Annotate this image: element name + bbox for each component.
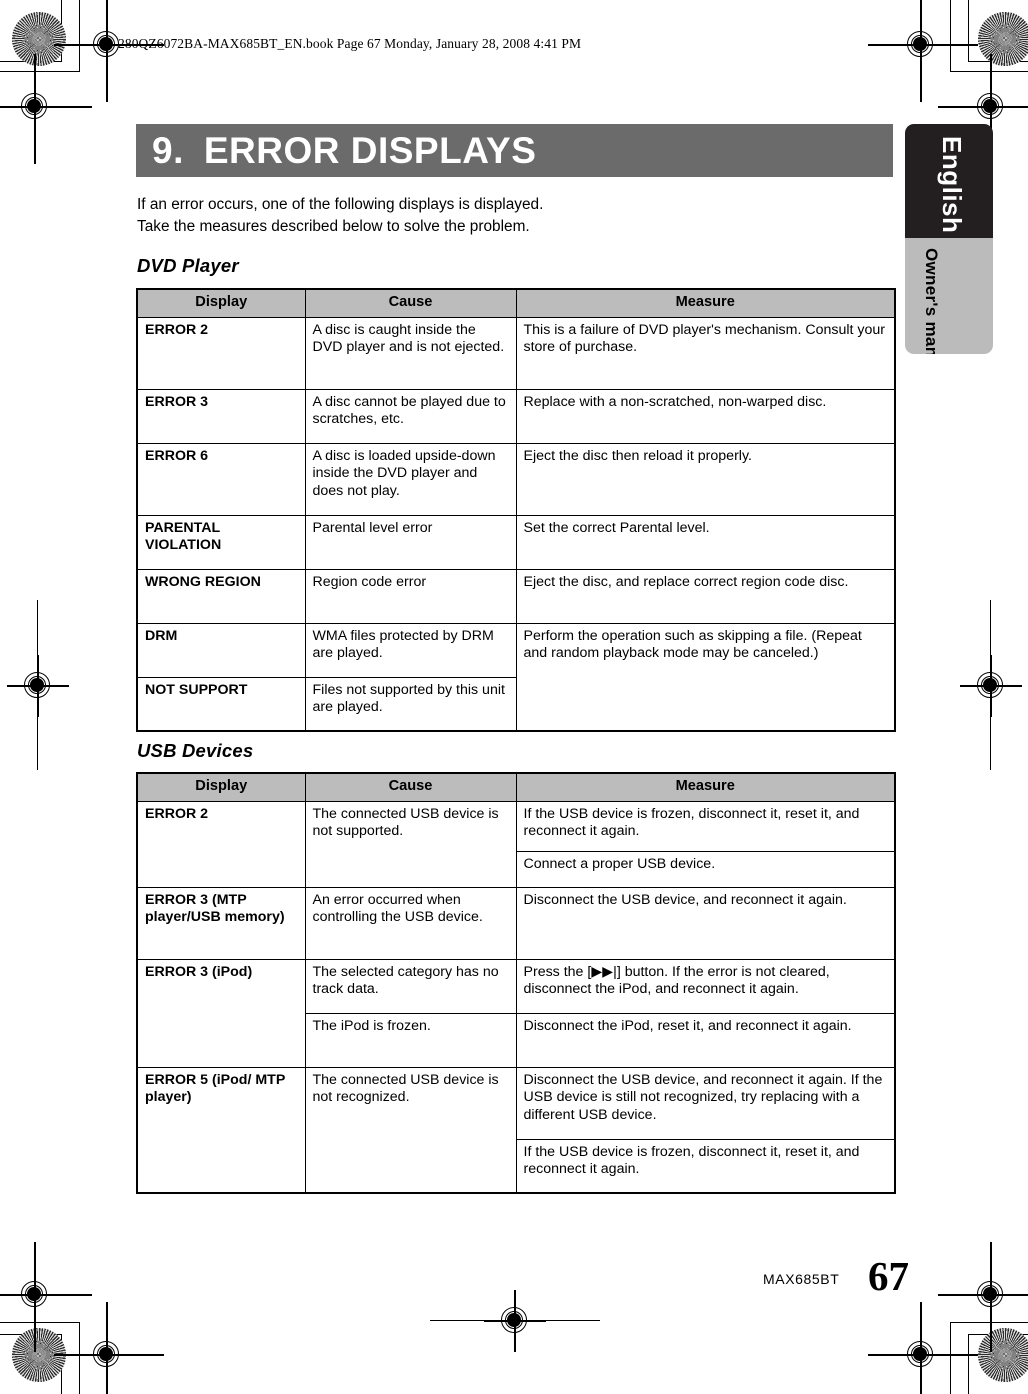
registration-star-top-right [978, 12, 1028, 66]
cell-cause: The iPod is frozen. [304, 1012, 517, 1068]
cell-measure: Set the correct Parental level. [515, 514, 896, 570]
chapter-heading-text: 9. ERROR DISPLAYS [152, 130, 536, 172]
column-header-measure: Measure [515, 772, 896, 802]
table-row: ERROR 5 (iPod/ MTP player) The connected… [136, 1066, 896, 1194]
cell-cause: A disc is caught inside the DVD player a… [304, 316, 517, 390]
cell-measure: Disconnect the USB device, and reconnect… [515, 1066, 896, 1140]
cell-measure: Eject the disc then reload it properly. [515, 442, 896, 516]
section-heading-usb-devices: USB Devices [137, 740, 254, 761]
registration-target-bottom-right [938, 1242, 1028, 1352]
cell-measure: This is a failure of DVD player's mechan… [515, 316, 896, 390]
table-header-row: Display Cause Measure [136, 772, 896, 802]
cell-measure: Connect a proper USB device. [515, 850, 896, 888]
cell-display: ERROR 3 [136, 388, 306, 444]
cell-display: ERROR 3 (iPod) [136, 958, 306, 1068]
cell-measure: Disconnect the USB device, and reconnect… [515, 886, 896, 960]
registration-target-bottom-right-inner [868, 1302, 978, 1394]
cell-display: ERROR 3 (MTP player/USB memory) [136, 886, 306, 960]
document-page: 280QZ6072BA-MAX685BT_EN.book Page 67 Mon… [0, 0, 1028, 1394]
intro-line-1: If an error occurs, one of the following… [137, 196, 544, 213]
table-row: ERROR 3 (MTP player/USB memory) An error… [136, 886, 896, 960]
intro-line-2: Take the measures described below to sol… [137, 217, 530, 235]
cell-cause: The connected USB device is not supporte… [304, 800, 517, 888]
cell-measure: If the USB device is frozen, disconnect … [515, 1138, 896, 1194]
footer-page-number: 67 [868, 1253, 909, 1299]
table-row: DRM WMA files protected by DRM are playe… [136, 622, 896, 732]
registration-target-mid-left [7, 655, 69, 717]
column-header-cause: Cause [304, 772, 517, 802]
registration-target-bottom-left-inner [54, 1302, 164, 1394]
cell-cause: Files not supported by this unit are pla… [304, 676, 517, 732]
cell-cause: The selected category has no track data. [304, 958, 517, 1014]
cell-measure: Eject the disc, and replace correct regi… [515, 568, 896, 624]
cell-display: ERROR 5 (iPod/ MTP player) [136, 1066, 306, 1194]
column-header-display: Display [136, 772, 306, 802]
cell-measure: Press the [▶▶|] button. If the error is … [515, 958, 896, 1014]
table-header-row: Display Cause Measure [136, 288, 896, 318]
cell-display: PARENTAL VIOLATION [136, 514, 306, 570]
column-header-cause: Cause [304, 288, 517, 318]
side-tab-manual-label: Owner's manual [922, 248, 941, 354]
book-header-stamp: 280QZ6072BA-MAX685BT_EN.book Page 67 Mon… [118, 36, 582, 51]
cell-measure: Disconnect the iPod, reset it, and recon… [515, 1012, 896, 1068]
cell-cause: Region code error [304, 568, 517, 624]
cell-cause: An error occurred when controlling the U… [304, 886, 517, 960]
cell-display: NOT SUPPORT [136, 676, 306, 732]
column-header-measure: Measure [515, 288, 896, 318]
cell-display: DRM [136, 622, 306, 678]
table-row: WRONG REGION Region code error Eject the… [136, 568, 896, 624]
registration-target-bottom-center [484, 1290, 546, 1352]
cell-display: WRONG REGION [136, 568, 306, 624]
cell-measure: Perform the operation such as skipping a… [515, 622, 896, 732]
cell-cause: WMA files protected by DRM are played. [304, 622, 517, 678]
chapter-number: 9. [152, 130, 184, 171]
intro-paragraph: If an error occurs, one of the following… [137, 194, 877, 237]
error-table-dvd-player: Display Cause Measure ERROR 2 A disc is … [136, 288, 896, 733]
cell-display: ERROR 2 [136, 800, 306, 888]
registration-target-top-right [868, 0, 978, 102]
registration-target-bottom-left [0, 1242, 92, 1352]
chapter-title-text: ERROR DISPLAYS [203, 130, 537, 171]
column-header-display: Display [136, 288, 306, 318]
cell-measure: Replace with a non-scratched, non-warped… [515, 388, 896, 444]
side-tab-language-label: English [937, 136, 967, 234]
table-row: ERROR 2 The connected USB device is not … [136, 800, 896, 888]
table-row: ERROR 3 (iPod) The selected category has… [136, 958, 896, 1068]
cell-cause: A disc is loaded upside-down inside the … [304, 442, 517, 516]
footer-model-name: MAX685BT [763, 1271, 840, 1287]
registration-target-mid-right [960, 655, 1022, 717]
cell-display: ERROR 2 [136, 316, 306, 390]
cell-cause: Parental level error [304, 514, 517, 570]
chapter-heading-bar: 9. ERROR DISPLAYS [136, 124, 893, 177]
cell-cause: A disc cannot be played due to scratches… [304, 388, 517, 444]
side-index-tab: English Owner's manual [905, 124, 993, 354]
registration-target-top-left-inner [0, 54, 92, 164]
registration-star-bottom-right [978, 1328, 1028, 1382]
table-row: ERROR 3 A disc cannot be played due to s… [136, 388, 896, 444]
error-table-usb-devices: Display Cause Measure ERROR 2 The connec… [136, 772, 896, 1195]
cell-cause: The connected USB device is not recogniz… [304, 1066, 517, 1194]
cell-measure: If the USB device is frozen, disconnect … [515, 800, 896, 852]
table-row: ERROR 2 A disc is caught inside the DVD … [136, 316, 896, 390]
side-tab-manual-block [905, 238, 993, 354]
section-heading-dvd-player: DVD Player [137, 255, 239, 276]
registration-star-top-left [12, 12, 66, 66]
table-row: PARENTAL VIOLATION Parental level error … [136, 514, 896, 570]
table-row: ERROR 6 A disc is loaded upside-down ins… [136, 442, 896, 516]
cell-display: ERROR 6 [136, 442, 306, 516]
